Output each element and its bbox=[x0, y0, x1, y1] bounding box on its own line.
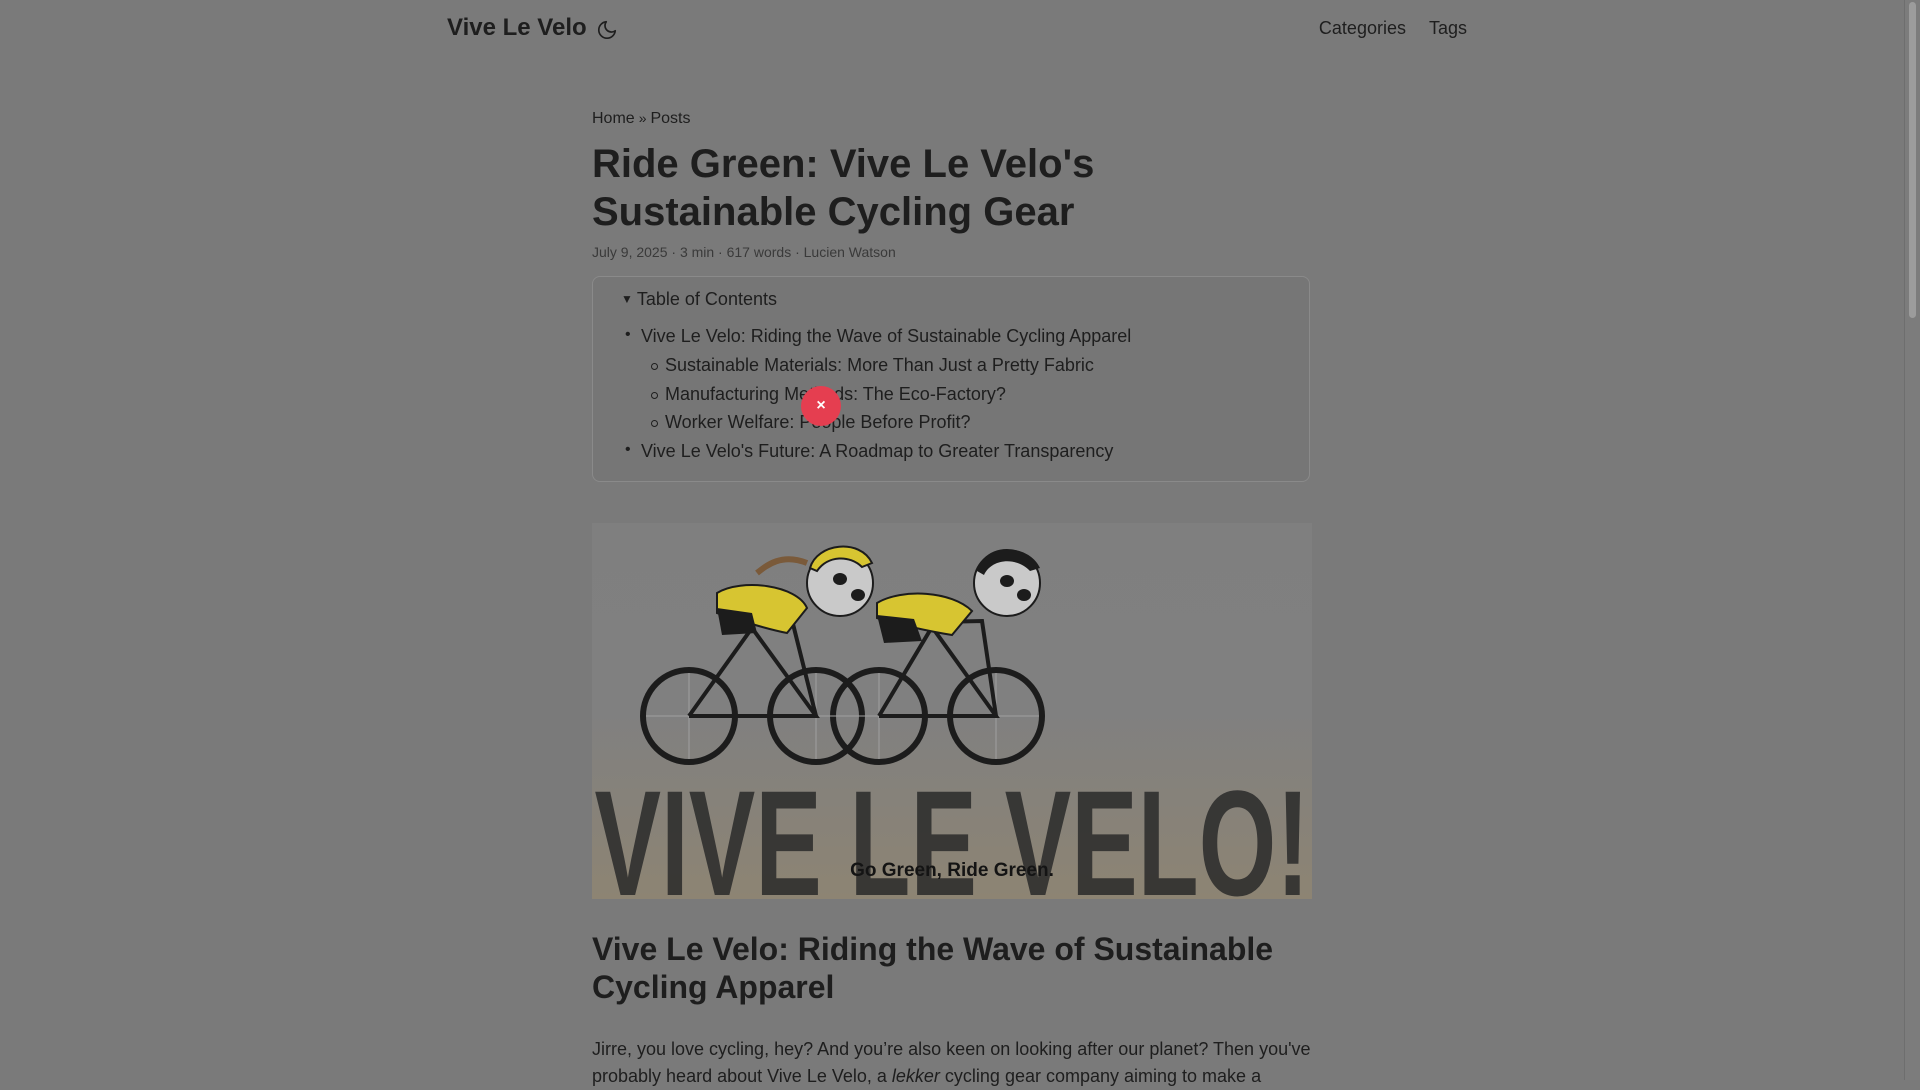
toc-item: Vive Le Velo's Future: A Roadmap to Grea… bbox=[625, 441, 1113, 462]
breadcrumb-posts[interactable]: Posts bbox=[650, 110, 690, 127]
scrollbar[interactable] bbox=[1904, 0, 1920, 1080]
breadcrumb-home[interactable]: Home bbox=[592, 110, 635, 127]
site-header: Vive Le Velo Categories Tags bbox=[0, 0, 1905, 60]
nav-categories[interactable]: Categories bbox=[1319, 18, 1406, 39]
rider-one bbox=[716, 545, 874, 635]
post-meta: July 9, 2025 · 3 min · 617 words · Lucie… bbox=[592, 244, 896, 260]
cover-image: VIVE LE VELO! Go Green, Ride Green. bbox=[592, 523, 1312, 899]
toc-link[interactable]: Vive Le Velo's Future: A Roadmap to Grea… bbox=[641, 441, 1113, 461]
post-main: Home» Posts Ride Green: Vive Le Velo's Su… bbox=[592, 110, 1314, 1086]
triangle-down-icon: ▼ bbox=[621, 292, 633, 306]
nav-tags[interactable]: Tags bbox=[1429, 18, 1467, 39]
toc-summary-label: Table of Contents bbox=[636, 289, 777, 309]
para-emphasis: lekker bbox=[891, 1066, 940, 1086]
breadcrumb-separator: » bbox=[638, 110, 647, 126]
top-nav: Categories Tags bbox=[1319, 18, 1467, 39]
breadcrumb: Home» Posts bbox=[592, 110, 1314, 130]
cyclists-illustration: VIVE LE VELO! bbox=[595, 545, 1310, 899]
cover-tagline: Go Green, Ride Green. bbox=[850, 860, 1054, 881]
toc-item: Vive Le Velo: Riding the Wave of Sustain… bbox=[625, 326, 1131, 347]
toc-link[interactable]: Vive Le Velo: Riding the Wave of Sustain… bbox=[641, 326, 1131, 346]
toc-item: Sustainable Materials: More Than Just a … bbox=[651, 355, 1094, 376]
para-text-end: cycling gear company aiming to make a bbox=[939, 1066, 1262, 1086]
intro-paragraph: Jirre, you love cycling, hey? And you’re… bbox=[592, 1036, 1314, 1090]
close-overlay-button[interactable]: × bbox=[801, 386, 841, 426]
post-title: Ride Green: Vive Le Velo's Sustainable C… bbox=[592, 142, 1095, 234]
site-logo[interactable]: Vive Le Velo bbox=[447, 14, 587, 42]
scrollbar-thumb[interactable] bbox=[1909, 2, 1916, 318]
moon-icon[interactable] bbox=[596, 19, 618, 41]
table-of-contents: ▼Table of Contents Vive Le Velo: Riding … bbox=[592, 276, 1310, 482]
section-heading: Vive Le Velo: Riding the Wave of Sustain… bbox=[592, 931, 1274, 1005]
toc-link[interactable]: Sustainable Materials: More Than Just a … bbox=[665, 355, 1094, 375]
rider-two bbox=[876, 549, 1041, 643]
toc-toggle[interactable]: ▼ Table of Contents bbox=[621, 289, 777, 310]
